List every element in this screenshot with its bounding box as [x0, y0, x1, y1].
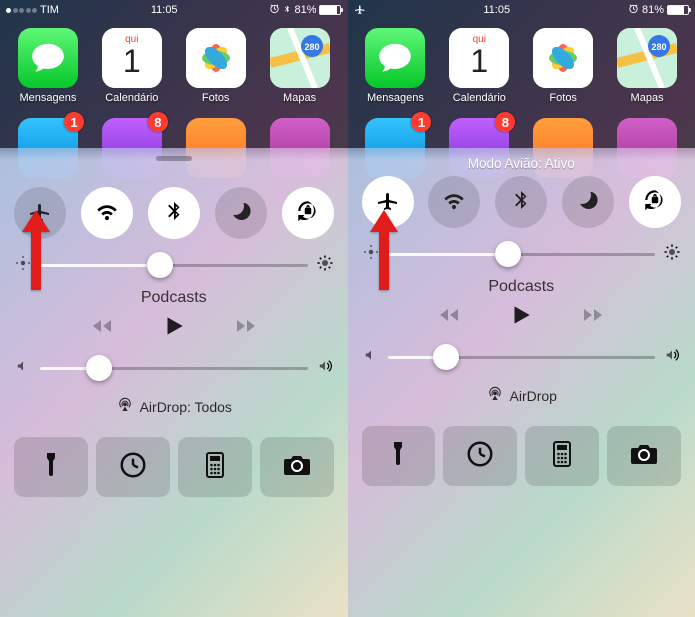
brightness-high-icon [663, 243, 681, 266]
play-button[interactable] [161, 313, 187, 344]
alarm-icon [269, 3, 280, 17]
phone-screen-1: 11:05 81% Mensagens qui 1 Calendário Fot… [348, 0, 695, 617]
dnd-icon [576, 188, 600, 217]
battery-percentage: 81% [642, 4, 664, 16]
brightness-knob[interactable] [147, 252, 173, 278]
now-playing-label: Podcasts [362, 278, 682, 296]
wifi-icon [441, 187, 467, 218]
bluetooth-icon [510, 189, 532, 216]
brightness-slider[interactable] [362, 242, 682, 266]
airdrop-label: AirDrop [510, 388, 557, 404]
now-playing-label: Podcasts [14, 289, 334, 307]
airdrop-label: AirDrop: Todos [140, 399, 232, 415]
orientation_lock-toggle[interactable] [282, 187, 334, 239]
camera-button[interactable] [260, 437, 334, 497]
control-center: Podcasts AirDrop: Todos [0, 148, 348, 617]
orientation_lock-toggle[interactable] [629, 176, 681, 228]
volume-knob[interactable] [86, 355, 112, 381]
volume-slider[interactable] [14, 356, 334, 380]
flashlight-icon [38, 451, 64, 484]
quick-actions-row [362, 426, 682, 486]
airplane-toggle[interactable] [362, 176, 414, 228]
flashlight-icon [385, 440, 411, 473]
airplane-toggle[interactable] [14, 187, 66, 239]
calculator-button[interactable] [178, 437, 252, 497]
dnd-icon [229, 199, 253, 228]
grabber-handle[interactable] [156, 156, 192, 161]
orientation_lock-icon [642, 187, 668, 218]
phone-screen-0: TIM 11:05 81% Mensagens qui 1 Calendário… [0, 0, 348, 617]
bluetooth-status-icon [283, 3, 291, 18]
toggle-row [14, 187, 334, 239]
volume-low-icon [14, 357, 32, 380]
camera-icon [629, 442, 659, 471]
control-center-status [14, 167, 334, 183]
timer-icon [465, 439, 495, 474]
calculator-icon [550, 440, 574, 473]
flashlight-button[interactable] [14, 437, 88, 497]
prev-track-button[interactable] [434, 303, 464, 332]
battery-icon [667, 5, 689, 15]
flashlight-button[interactable] [362, 426, 436, 486]
airdrop-button[interactable]: AirDrop [362, 385, 682, 406]
airdrop-icon [486, 385, 504, 406]
signal-strength [6, 8, 37, 13]
brightness-slider[interactable] [14, 253, 334, 277]
status-time: 11:05 [483, 4, 510, 16]
orientation_lock-icon [295, 198, 321, 229]
status-bar: 11:05 81% [348, 0, 695, 20]
media-controls [362, 302, 682, 333]
timer-button[interactable] [443, 426, 517, 486]
battery-icon [319, 5, 341, 15]
volume-low-icon [362, 346, 380, 369]
calculator-button[interactable] [525, 426, 599, 486]
volume-slider[interactable] [362, 345, 682, 369]
carrier-label: TIM [40, 4, 59, 16]
brightness-low-icon [362, 243, 380, 266]
media-controls [14, 313, 334, 344]
wifi-toggle[interactable] [81, 187, 133, 239]
timer-button[interactable] [96, 437, 170, 497]
airplane-icon [376, 188, 400, 217]
next-track-button[interactable] [578, 303, 608, 332]
volume-high-icon [663, 346, 681, 369]
camera-icon [282, 453, 312, 482]
play-button[interactable] [508, 302, 534, 333]
status-bar: TIM 11:05 81% [0, 0, 348, 20]
toggle-row [362, 176, 682, 228]
dnd-toggle[interactable] [562, 176, 614, 228]
airplane-status-icon [354, 3, 366, 18]
airdrop-icon [116, 396, 134, 417]
camera-button[interactable] [607, 426, 681, 486]
volume-high-icon [316, 357, 334, 380]
next-track-button[interactable] [231, 314, 261, 343]
battery-percentage: 81% [294, 4, 316, 16]
timer-icon [118, 450, 148, 485]
brightness-knob[interactable] [495, 241, 521, 267]
alarm-icon [628, 3, 639, 17]
brightness-low-icon [14, 254, 32, 277]
bluetooth-toggle[interactable] [495, 176, 547, 228]
airplane-icon [28, 199, 52, 228]
bluetooth-toggle[interactable] [148, 187, 200, 239]
dnd-toggle[interactable] [215, 187, 267, 239]
brightness-high-icon [316, 254, 334, 277]
wifi-icon [94, 198, 120, 229]
airdrop-button[interactable]: AirDrop: Todos [14, 396, 334, 417]
control-center: Modo Avião: Ativo Podcasts AirDrop [348, 148, 695, 617]
status-time: 11:05 [151, 4, 178, 16]
calculator-icon [203, 451, 227, 484]
wifi-toggle[interactable] [428, 176, 480, 228]
quick-actions-row [14, 437, 334, 497]
prev-track-button[interactable] [87, 314, 117, 343]
bluetooth-icon [163, 200, 185, 227]
volume-knob[interactable] [433, 344, 459, 370]
control-center-status: Modo Avião: Ativo [362, 156, 682, 172]
